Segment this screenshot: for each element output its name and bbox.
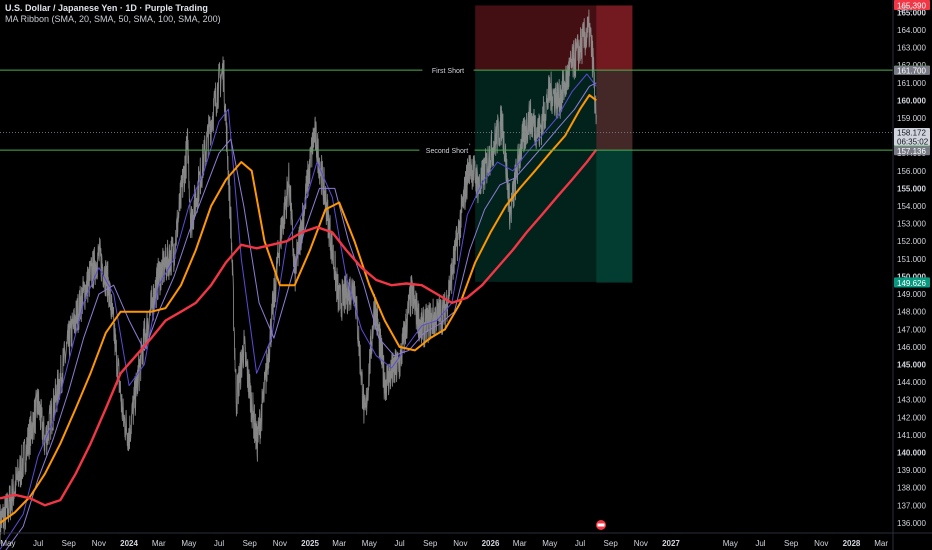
y-tick-label: 151.000 [897,255,926,264]
x-tick-label: 2027 [662,539,680,548]
y-tick-label: 160.000 [897,96,926,105]
x-tick-label: Mar [513,539,527,548]
y-tick-label: 148.000 [897,308,926,317]
y-tick-label: 139.000 [897,466,926,475]
y-tick-label: 152.000 [897,237,926,246]
y-tick-label: 153.000 [897,220,926,229]
dollar-flag-icon [596,520,606,530]
y-tick-label: 147.000 [897,325,926,334]
x-tick-label: Sep [243,539,258,548]
y-tick-label: 140.000 [897,449,926,458]
level-label-1: First Short [432,68,464,75]
x-tick-label: Jul [394,539,404,548]
x-tick-label: May [723,539,738,548]
y-tick-label: 164.000 [897,26,926,35]
x-tick-label: Jul [755,539,765,548]
x-tick-label: 2028 [843,539,861,548]
indicator-legend[interactable]: MA Ribbon (SMA, 20, SMA, 50, SMA, 100, S… [5,14,221,24]
y-tick-label: 136.000 [897,519,926,528]
y-tick-label: 146.000 [897,343,926,352]
x-tick-label: Sep [62,539,77,548]
x-tick-label: 2024 [120,539,138,548]
x-tick-label: May [362,539,377,548]
price-tag-label: 161.700 [897,66,926,75]
currency-label[interactable]: JPY [899,5,914,14]
y-tick-label: 144.000 [897,378,926,387]
price-tag-label: 149.626 [897,279,926,288]
price-chart[interactable]: First Short Second Short 136.000 137.000 138… [0,0,932,550]
x-tick-label: 2026 [482,539,500,548]
x-tick-label: Jul [214,539,224,548]
y-tick-label: 145.000 [897,360,926,369]
y-tick-label: 142.000 [897,413,926,422]
x-tick-label: Nov [814,539,828,548]
x-tick-label: Nov [634,539,648,548]
x-tick-label: Sep [423,539,438,548]
y-tick-label: 149.000 [897,290,926,299]
x-tick-label: Mar [152,539,166,548]
symbol-title[interactable]: U.S. Dollar / Japanese Yen · 1D · Purple… [5,3,208,13]
x-tick-label: Sep [604,539,619,548]
chart-background [0,0,932,550]
x-tick-label: May [0,539,15,548]
stop-zone-2 [596,5,633,151]
x-tick-label: May [181,539,196,548]
x-tick-label: Nov [92,539,106,548]
y-tick-label: 159.000 [897,114,926,123]
x-tick-label: Mar [332,539,346,548]
price-tag-label: 157.136 [897,147,926,156]
x-tick-label: Sep [784,539,799,548]
y-tick-label: 137.000 [897,501,926,510]
x-tick-label: May [542,539,557,548]
y-tick-label: 141.000 [897,431,926,440]
y-tick-label: 154.000 [897,202,926,211]
x-tick-label: 2025 [301,539,319,548]
target-zone-2 [596,150,633,284]
x-tick-label: Nov [273,539,287,548]
x-tick-label: Mar [874,539,888,548]
y-tick-label: 138.000 [897,484,926,493]
y-tick-label: 163.000 [897,44,926,53]
price-tag-label: 158.172 [897,129,926,138]
level-label-2: Second Short [426,148,468,155]
y-tick-label: 161.000 [897,79,926,88]
y-tick-label: 155.000 [897,184,926,193]
x-tick-label: Jul [575,539,585,548]
x-tick-label: Nov [453,539,467,548]
y-tick-label: 156.000 [897,167,926,176]
x-tick-label: Jul [33,539,43,548]
y-tick-label: 143.000 [897,396,926,405]
